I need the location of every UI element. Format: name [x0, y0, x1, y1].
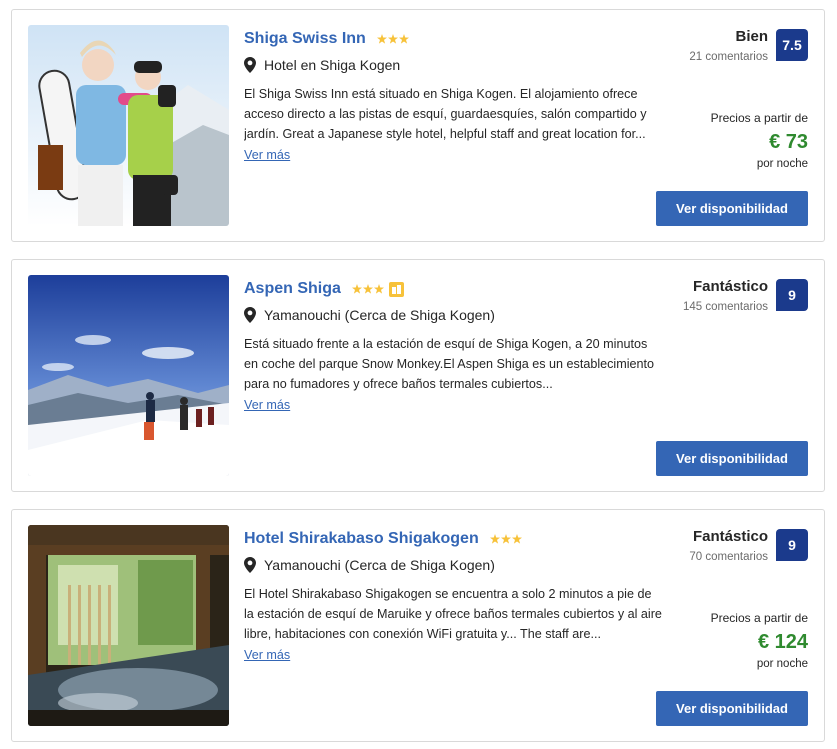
hotel-location: Yamanouchi (Cerca de Shiga Kogen): [264, 557, 495, 573]
see-more-link[interactable]: Ver más: [244, 148, 290, 162]
hotel-photo[interactable]: [28, 525, 229, 726]
check-availability-button[interactable]: Ver disponibilidad: [656, 691, 808, 726]
skiers-photo: [28, 25, 229, 226]
rating-word: Fantástico: [692, 278, 768, 295]
star-icon: [398, 34, 409, 44]
star-rating: [376, 34, 409, 44]
hotel-name-link[interactable]: Hotel Shirakabaso Shigakogen: [244, 530, 479, 548]
hotel-name-link[interactable]: Shiga Swiss Inn: [244, 30, 366, 48]
hotel-side-panel: Fantástico 145 comentarios 9 Ver disponi…: [608, 277, 808, 477]
score-badge: 9: [776, 529, 808, 561]
hotel-description: Está situado frente a la estación de esq…: [244, 337, 655, 391]
rating-block: Fantástico 145 comentarios 9: [683, 277, 808, 315]
map-pin-icon: [244, 557, 256, 573]
hotel-card: Shiga Swiss Inn Hotel en Shiga Kogen El …: [11, 9, 825, 242]
check-availability-button[interactable]: Ver disponibilidad: [656, 191, 808, 226]
thumbs-up-icon[interactable]: [388, 281, 404, 297]
hotel-card: Aspen Shiga Yamanouchi (Cerca de Shiga K…: [11, 259, 825, 492]
price-label: Precios a partir de: [710, 611, 808, 625]
check-availability-button[interactable]: Ver disponibilidad: [656, 441, 808, 476]
star-icon: [489, 534, 500, 544]
map-pin-icon: [244, 307, 256, 323]
snow-mountain-photo: [28, 275, 229, 476]
price-block: Precios a partir de € 73 por noche: [711, 110, 808, 172]
onsen-bath-photo: [28, 525, 229, 726]
star-rating: [489, 534, 522, 544]
hotel-description: El Hotel Shirakabaso Shigakogen se encue…: [244, 587, 662, 641]
hotel-info: Aspen Shiga Yamanouchi (Cerca de Shiga K…: [244, 277, 662, 413]
score-badge: 9: [776, 279, 808, 311]
score-badge: 7.5: [776, 29, 808, 61]
see-more-link[interactable]: Ver más: [244, 648, 290, 662]
price: € 73: [769, 131, 808, 153]
hotel-card: Hotel Shirakabaso Shigakogen Yamanouchi …: [11, 509, 825, 742]
rating-block: Fantástico 70 comentarios 9: [689, 527, 808, 565]
rating-block: Bien 21 comentarios 7.5: [689, 27, 808, 65]
star-icon: [511, 534, 522, 544]
hotel-photo[interactable]: [28, 275, 229, 476]
hotel-photo[interactable]: [28, 25, 229, 226]
hotel-info: Hotel Shirakabaso Shigakogen Yamanouchi …: [244, 527, 662, 663]
star-icon: [500, 534, 511, 544]
star-icon: [373, 284, 384, 294]
hotel-description: El Shiga Swiss Inn está situado en Shiga…: [244, 87, 647, 141]
rating-word: Bien: [735, 28, 768, 45]
star-icon: [362, 284, 373, 294]
hotel-location: Hotel en Shiga Kogen: [264, 57, 401, 73]
star-rating: [351, 284, 384, 294]
price: € 124: [757, 631, 808, 653]
hotel-side-panel: Fantástico 70 comentarios 9 Precios a pa…: [608, 527, 808, 727]
price-label: Precios a partir de: [710, 111, 808, 125]
hotel-location: Yamanouchi (Cerca de Shiga Kogen): [264, 307, 495, 323]
star-icon: [376, 34, 387, 44]
see-more-link[interactable]: Ver más: [244, 398, 290, 412]
review-count[interactable]: 21 comentarios: [689, 49, 768, 65]
map-pin-icon: [244, 57, 256, 73]
hotel-name-link[interactable]: Aspen Shiga: [244, 280, 341, 298]
rating-word: Fantástico: [692, 528, 768, 545]
star-icon: [351, 284, 362, 294]
hotel-info: Shiga Swiss Inn Hotel en Shiga Kogen El …: [244, 27, 662, 163]
star-icon: [387, 34, 398, 44]
review-count[interactable]: 70 comentarios: [689, 549, 768, 565]
per-night-label: por noche: [756, 658, 808, 670]
per-night-label: por noche: [756, 158, 808, 170]
review-count[interactable]: 145 comentarios: [683, 299, 768, 315]
hotel-side-panel: Bien 21 comentarios 7.5 Precios a partir…: [608, 27, 808, 227]
price-block: Precios a partir de € 124 por noche: [711, 610, 808, 672]
